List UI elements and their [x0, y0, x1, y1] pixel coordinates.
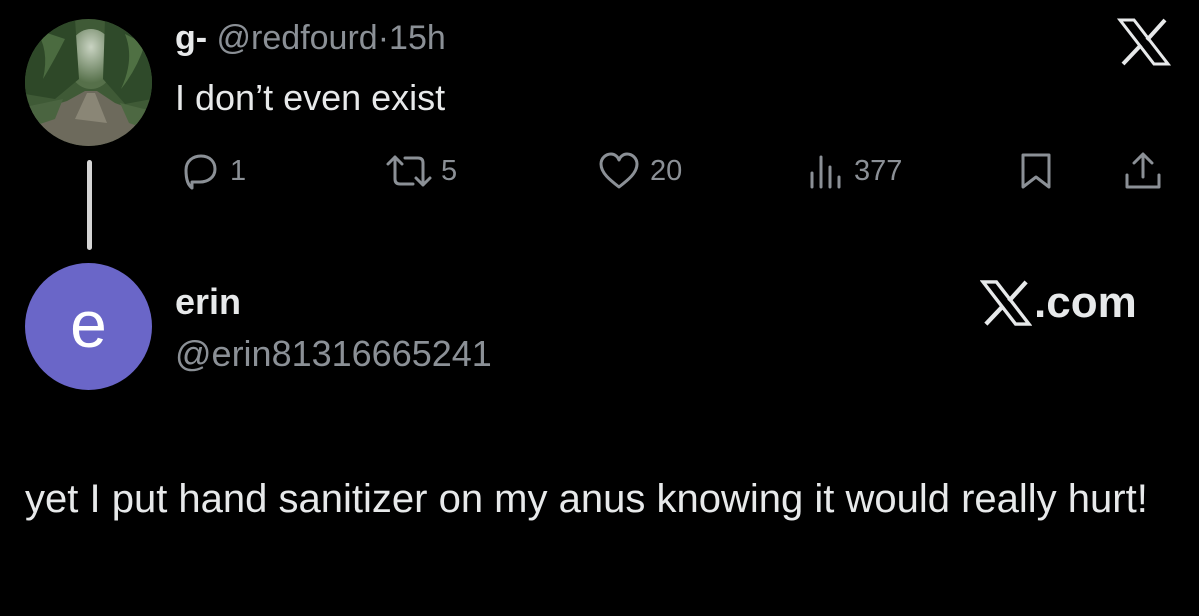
share-button[interactable]: [1121, 147, 1165, 195]
reply-text: yet I put hand sanitizer on my anus know…: [25, 477, 1148, 521]
reply-display-name[interactable]: erin: [175, 280, 241, 324]
reply-icon: [184, 154, 217, 190]
reply-avatar[interactable]: e: [25, 263, 152, 390]
reply-count: 1: [230, 155, 247, 187]
forest-path-photo: [25, 19, 152, 146]
x-logo-icon: [1116, 18, 1172, 66]
tweet-actions-bar: 1 5 20 377: [0, 147, 1199, 195]
views-chart-icon: [810, 155, 841, 189]
author-display-name[interactable]: g-: [175, 19, 207, 57]
retweet-icon: [386, 155, 432, 187]
views-count: 377: [854, 155, 903, 187]
like-button[interactable]: 20: [596, 147, 682, 195]
heart-icon: [599, 152, 639, 189]
brand-domain-text: .com: [1034, 278, 1137, 327]
x-com-watermark: .com: [980, 278, 1137, 328]
retweet-count: 5: [441, 155, 458, 187]
bookmark-icon: [1021, 153, 1051, 189]
retweet-button[interactable]: 5: [385, 147, 457, 195]
avatar[interactable]: [25, 19, 152, 146]
bookmark-button[interactable]: [1016, 147, 1056, 195]
separator-dot: ·: [377, 19, 390, 57]
timestamp[interactable]: 15h: [389, 19, 446, 57]
like-count: 20: [650, 155, 683, 187]
tweet-header: g- @redfourd·15h: [175, 18, 446, 58]
reply-button[interactable]: 1: [178, 147, 246, 195]
reply-handle[interactable]: @erin81316665241: [175, 332, 492, 376]
x-logo-icon: [980, 280, 1032, 326]
tweet-text: I don’t even exist: [175, 77, 446, 118]
share-icon: [1125, 152, 1161, 189]
views-button[interactable]: 377: [806, 147, 902, 195]
author-handle[interactable]: @redfourd: [217, 19, 378, 57]
